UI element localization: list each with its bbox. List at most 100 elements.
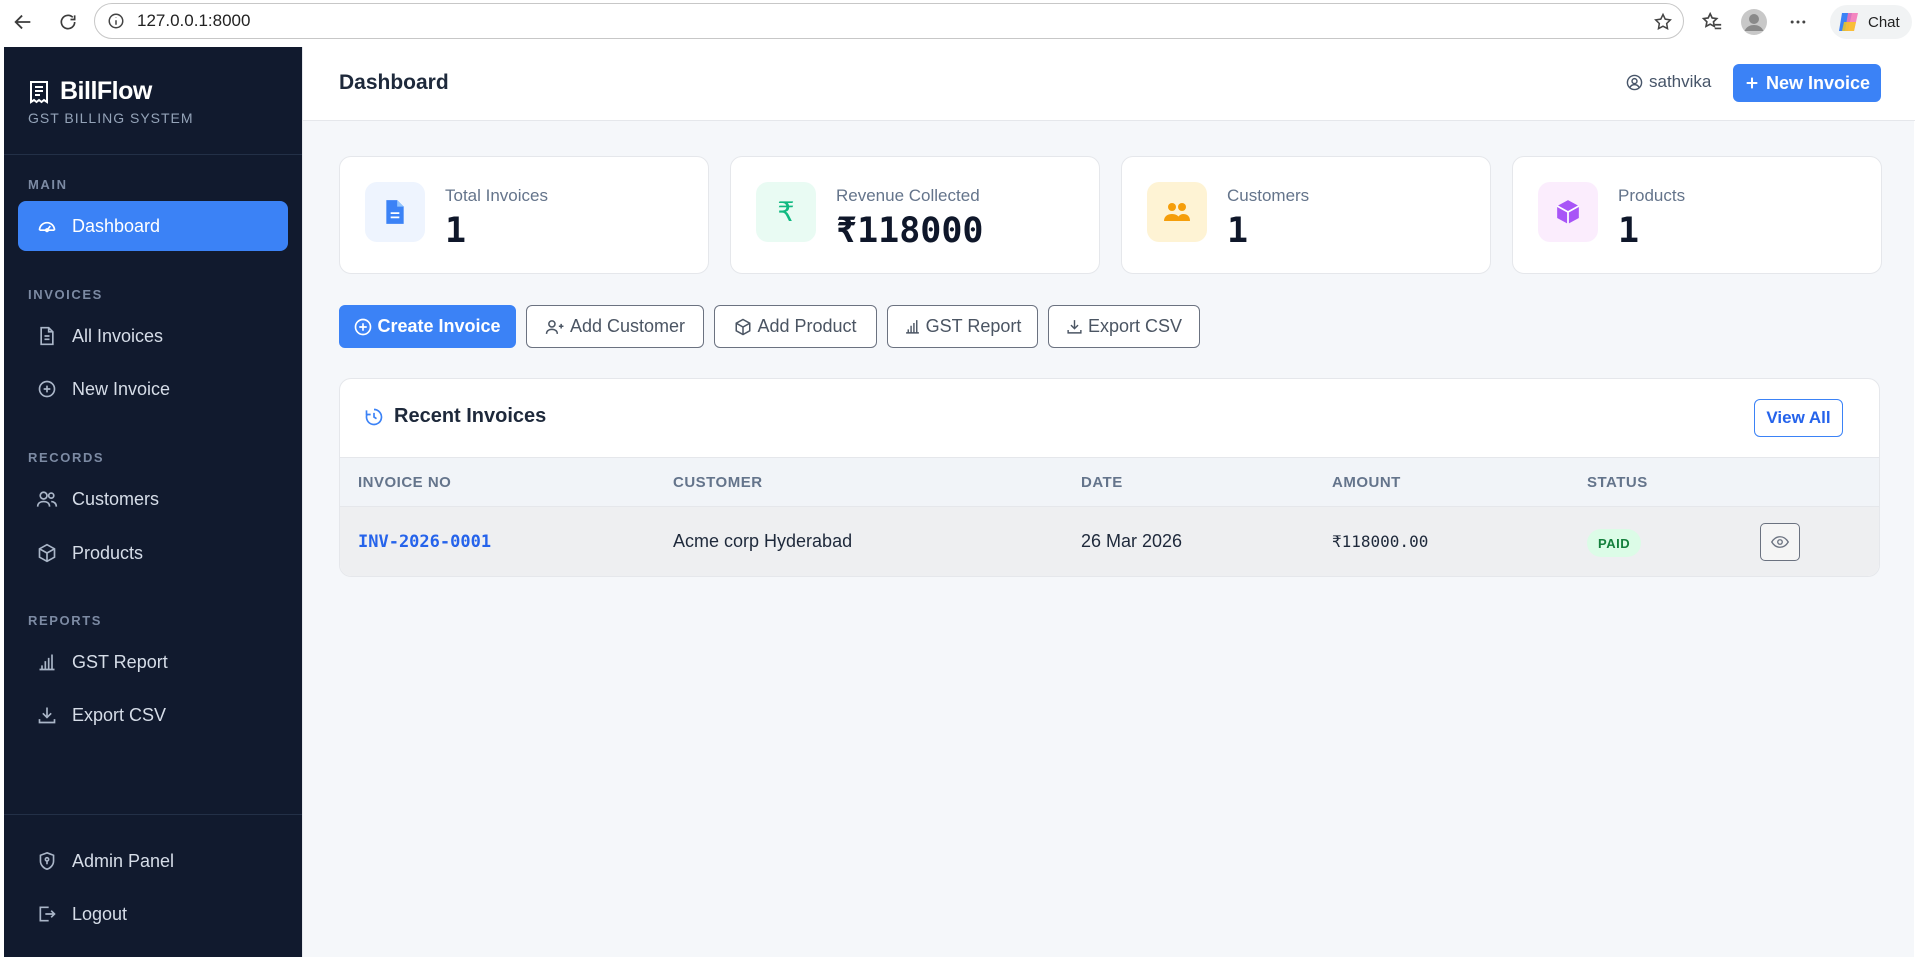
- sidebar-item-products[interactable]: Products: [18, 528, 288, 578]
- new-invoice-label: New Invoice: [1765, 72, 1871, 93]
- plus-circle-icon: [354, 318, 372, 336]
- stat-value: 1: [1618, 211, 1640, 251]
- view-all-button[interactable]: View All: [1754, 399, 1843, 437]
- sidebar-item-all-invoices[interactable]: All Invoices: [18, 311, 288, 361]
- sidebar-item-label: Products: [72, 542, 144, 563]
- sidebar-item-dashboard[interactable]: Dashboard: [18, 201, 288, 251]
- sidebar-item-logout[interactable]: Logout: [18, 889, 288, 939]
- panel-title: Recent Invoices: [364, 405, 546, 428]
- sidebar-divider: [4, 154, 302, 155]
- clock-history-icon: [364, 407, 384, 427]
- stat-card-products: Products 1: [1512, 156, 1882, 274]
- favorites-icon[interactable]: [1697, 7, 1727, 37]
- profile-avatar-icon[interactable]: [1739, 7, 1769, 37]
- amount-cell: ₹118000.00: [1332, 532, 1429, 551]
- sidebar-item-label: Logout: [72, 903, 128, 924]
- sidebar-item-label: GST Report: [72, 651, 168, 672]
- gst-report-label: GST Report: [925, 316, 1022, 336]
- bookmark-star-icon[interactable]: [1653, 12, 1673, 32]
- sidebar-item-gst-report[interactable]: GST Report: [18, 637, 288, 687]
- gst-report-button[interactable]: GST Report: [887, 305, 1038, 348]
- bar-chart-icon: [904, 318, 921, 335]
- status-badge: PAID: [1587, 529, 1642, 557]
- download-icon: [1066, 318, 1083, 335]
- back-button[interactable]: [8, 7, 38, 37]
- gauge-icon: [36, 215, 58, 237]
- rupee-icon: ₹: [756, 182, 816, 242]
- bar-chart-icon: [36, 651, 58, 673]
- eye-icon: [1771, 535, 1789, 549]
- reload-button[interactable]: [53, 7, 83, 37]
- shield-icon: [36, 850, 58, 872]
- stat-value: 1: [1227, 211, 1249, 251]
- users-icon: [36, 488, 58, 510]
- date-cell: 26 Mar 2026: [1081, 531, 1183, 551]
- user-plus-icon: [545, 318, 565, 336]
- add-customer-label: Add Customer: [569, 316, 686, 336]
- column-header: STATUS: [1587, 474, 1648, 491]
- stat-label: Revenue Collected: [836, 186, 980, 205]
- main-content: Dashboard sathvika New Invoice Total Inv…: [302, 47, 1915, 957]
- column-header: INVOICE NO: [358, 474, 452, 491]
- plus-icon: [1744, 75, 1760, 91]
- panel-header: Recent Invoices View All: [340, 379, 1879, 457]
- column-header: DATE: [1081, 474, 1123, 491]
- stat-label: Products: [1618, 186, 1686, 205]
- invoice-number-link[interactable]: INV-2026-0001: [358, 532, 491, 552]
- sidebar-item-customers[interactable]: Customers: [18, 474, 288, 524]
- customer-cell: Acme corp Hyderabad: [673, 531, 853, 551]
- chat-label: Chat: [1868, 13, 1900, 31]
- sidebar-item-new-invoice[interactable]: New Invoice: [18, 364, 288, 414]
- create-invoice-button[interactable]: Create Invoice: [339, 305, 516, 348]
- file-text-icon: [36, 325, 58, 347]
- stat-card-revenue: ₹ Revenue Collected ₹118000: [730, 156, 1100, 274]
- add-product-label: Add Product: [757, 316, 857, 336]
- sidebar-item-admin-panel[interactable]: Admin Panel: [18, 836, 288, 886]
- sidebar-item-label: Export CSV: [72, 704, 167, 725]
- copilot-icon: [1836, 9, 1862, 35]
- page-title: Dashboard: [339, 71, 449, 94]
- username: sathvika: [1649, 72, 1712, 91]
- table-header: INVOICE NO CUSTOMER DATE AMOUNT STATUS: [340, 457, 1879, 507]
- browser-toolbar: 127.0.0.1:8000 Chat: [0, 0, 1917, 44]
- sidebar-item-export-csv[interactable]: Export CSV: [18, 690, 288, 740]
- stat-label: Total Invoices: [445, 186, 548, 205]
- user-menu[interactable]: sathvika: [1626, 72, 1711, 92]
- view-invoice-button[interactable]: [1760, 523, 1800, 561]
- user-circle-icon: [1626, 74, 1643, 91]
- users-icon: [1147, 182, 1207, 242]
- site-info-icon[interactable]: [107, 12, 125, 30]
- more-menu-icon[interactable]: [1783, 7, 1813, 37]
- file-icon: [365, 182, 425, 242]
- sidebar-divider: [4, 814, 302, 815]
- new-invoice-button[interactable]: New Invoice: [1733, 64, 1881, 102]
- sidebar-item-label: Customers: [72, 488, 160, 509]
- stat-value: ₹118000: [836, 211, 984, 251]
- logout-icon: [36, 903, 58, 925]
- copilot-chat-button[interactable]: Chat: [1830, 5, 1912, 39]
- sidebar: BillFlow GST BILLING SYSTEM MAIN Dashboa…: [4, 47, 302, 957]
- address-bar[interactable]: 127.0.0.1:8000: [94, 3, 1684, 39]
- add-customer-button[interactable]: Add Customer: [526, 305, 704, 348]
- brand-name: BillFlow: [60, 77, 152, 105]
- stat-value: 1: [445, 211, 467, 251]
- recent-invoices-panel: Recent Invoices View All INVOICE NO CUST…: [339, 378, 1880, 577]
- sidebar-item-label: Dashboard: [72, 215, 161, 236]
- sidebar-item-label: Admin Panel: [72, 850, 175, 871]
- plus-circle-icon: [36, 378, 58, 400]
- export-csv-label: Export CSV: [1087, 316, 1183, 336]
- box-icon: [36, 542, 58, 564]
- section-title-records: RECORDS: [28, 450, 105, 465]
- recent-invoices-title: Recent Invoices: [394, 405, 547, 427]
- brand-subtitle: GST BILLING SYSTEM: [28, 110, 194, 126]
- section-title-reports: REPORTS: [28, 613, 103, 628]
- sidebar-item-label: New Invoice: [72, 378, 171, 399]
- column-header: CUSTOMER: [673, 474, 763, 491]
- box-icon: [1538, 182, 1598, 242]
- section-title-main: MAIN: [28, 177, 68, 192]
- export-csv-button[interactable]: Export CSV: [1048, 305, 1200, 348]
- receipt-icon: [28, 80, 50, 104]
- stat-label: Customers: [1227, 186, 1310, 205]
- download-icon: [36, 704, 58, 726]
- add-product-button[interactable]: Add Product: [714, 305, 877, 348]
